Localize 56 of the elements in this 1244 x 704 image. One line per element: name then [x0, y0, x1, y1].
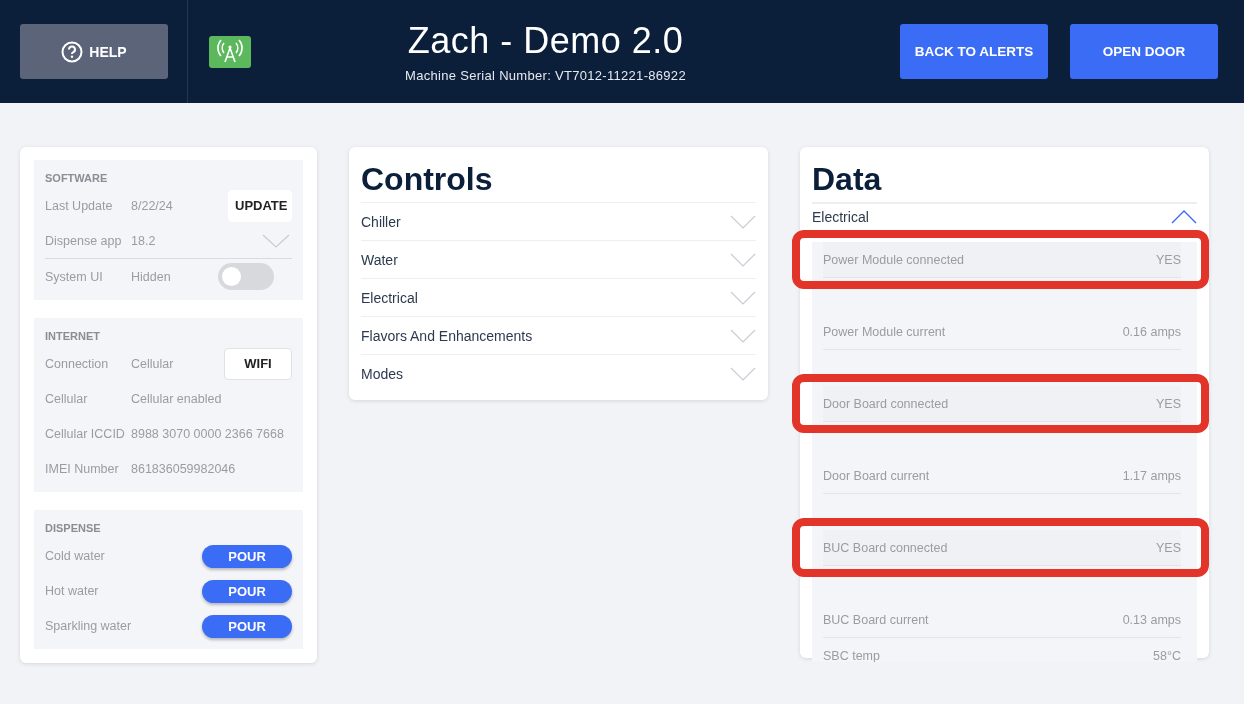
setting-button[interactable]: WIFI [224, 347, 292, 380]
data-label: SBC temp [823, 648, 880, 662]
chevron-icon[interactable] [262, 233, 290, 248]
accordion-item[interactable]: Water [361, 241, 756, 279]
pour-button[interactable]: POUR [202, 580, 292, 603]
data-label: Power Module current [823, 324, 946, 339]
serial-number: Machine Serial Number: VT7012-11221-86922 [405, 68, 686, 83]
setting-value: Cellular enabled [131, 391, 223, 406]
setting-value: 861836059982046 [131, 461, 237, 476]
data-value: YES [1156, 540, 1181, 555]
header-button[interactable]: BACK TO ALERTS [900, 24, 1048, 79]
setting-label: Cellular ICCID [45, 426, 126, 441]
data-value: YES [1156, 396, 1181, 411]
setting-label: Dispense app [45, 233, 123, 248]
accordion-item[interactable]: Chiller [361, 203, 756, 241]
data-value: 58°C [1153, 648, 1181, 662]
data-value: YES [1156, 252, 1181, 267]
setting-label: Cellular [45, 391, 89, 406]
antenna-icon [209, 35, 251, 68]
data-label: BUC Board connected [823, 540, 948, 555]
card-title: Controls [361, 161, 756, 203]
data-value: 1.17 amps [1122, 468, 1181, 483]
data-label: BUC Board current [823, 612, 929, 627]
group-heading: DISPENSE [45, 522, 102, 534]
data-label: Door Board current [823, 468, 930, 483]
setting-label: IMEI Number [45, 461, 120, 476]
setting-value: Cellular [131, 356, 175, 371]
card-title: Data [812, 161, 1197, 204]
toggle-switch[interactable] [218, 263, 274, 290]
setting-value: 8/22/24 [131, 198, 174, 213]
setting-label: System UI [45, 269, 104, 284]
setting-value: 18.2 [131, 233, 157, 248]
pour-button[interactable]: POUR [202, 615, 292, 638]
setting-label: Sparkling water [45, 618, 132, 633]
group-heading: INTERNET [45, 330, 101, 342]
accordion-item[interactable]: Modes [361, 355, 756, 392]
data-label: Power Module connected [823, 252, 965, 267]
setting-label: Cold water [45, 548, 105, 563]
data-value: 0.13 amps [1122, 612, 1181, 627]
group-heading: SOFTWARE [45, 172, 109, 184]
data-value: 0.16 amps [1122, 324, 1181, 339]
setting-label: Hot water [45, 583, 99, 598]
accordion-item[interactable]: Electrical [361, 279, 756, 317]
setting-value: 8988 3070 0000 2366 7668 [131, 426, 285, 441]
setting-label: Connection [45, 356, 110, 371]
help-icon [61, 40, 84, 63]
header-button[interactable]: OPEN DOOR [1070, 24, 1218, 79]
accordion-item[interactable]: Electrical [812, 204, 1197, 230]
setting-label: Last Update [45, 198, 114, 213]
setting-value: Hidden [131, 269, 172, 284]
data-label: Door Board connected [823, 396, 949, 411]
accordion-item[interactable]: Flavors And Enhancements [361, 317, 756, 355]
setting-button[interactable]: UPDATE [228, 189, 292, 222]
help-button[interactable]: HELP [20, 24, 168, 79]
machine-title: Zach - Demo 2.0 [407, 20, 684, 62]
pour-button[interactable]: POUR [202, 545, 292, 568]
